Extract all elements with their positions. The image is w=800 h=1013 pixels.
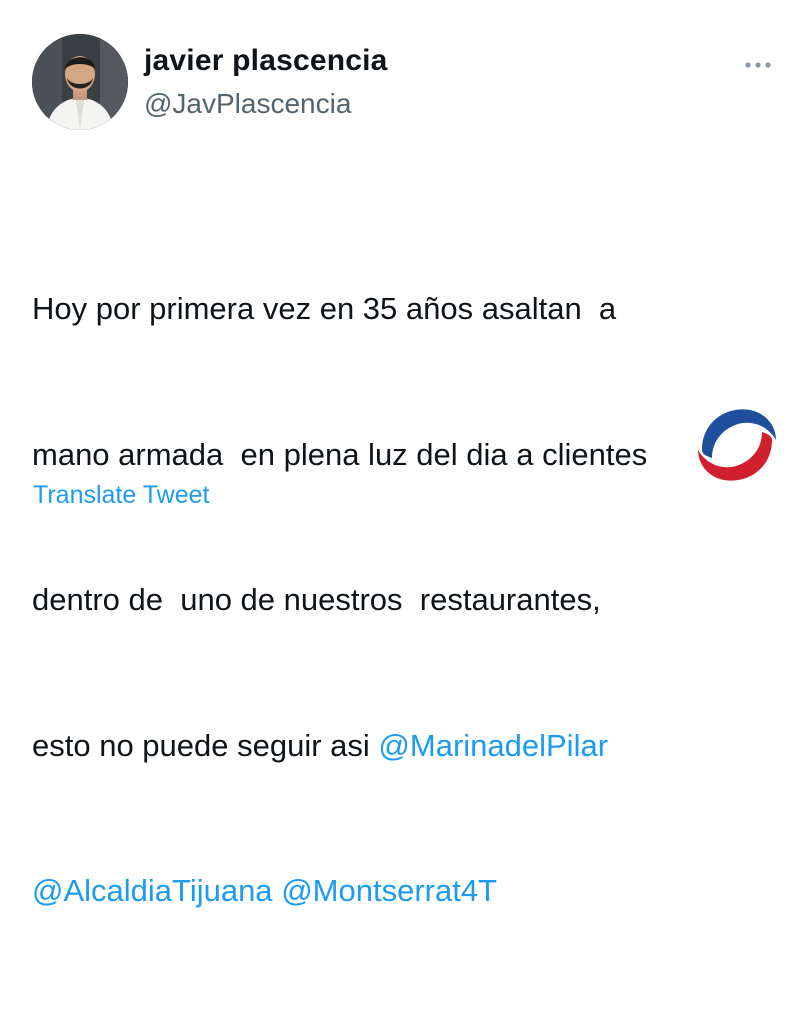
brand-logo-icon	[698, 409, 776, 481]
brand-logo	[692, 400, 782, 490]
tweet-text-segment: esto no puede seguir asi	[32, 727, 379, 763]
mention-montserrat4t-link[interactable]: @Montserrat4T	[281, 873, 497, 908]
tweet-text-segment	[273, 873, 282, 908]
avatar-image	[32, 34, 128, 130]
tweet-text-line: Hoy por primera vez en 35 años asaltan a	[32, 285, 772, 334]
tweet-text-line: esto no puede seguir asi @MarinadelPilar	[32, 722, 772, 771]
mention-alcaldiatijuana-link[interactable]: @AlcaldiaTijuana	[32, 873, 273, 908]
tweet-text-line: mano armada en plena luz del dia a clien…	[32, 431, 772, 480]
tweet-text-segment: mano armada en plena luz del dia a clien…	[32, 436, 648, 472]
tweet-text-segment: dentro de uno de nuestros restaurantes,	[32, 582, 601, 617]
author-handle[interactable]: @JavPlascencia	[144, 88, 351, 120]
avatar[interactable]	[32, 34, 128, 130]
tweet-text-line: dentro de uno de nuestros restaurantes,	[32, 576, 772, 625]
tweet-text-line: @AlcaldiaTijuana @Montserrat4T	[32, 867, 772, 916]
tweet-text-segment: Hoy por primera vez en 35 años asaltan a	[32, 291, 617, 326]
tweet-text: Hoy por primera vez en 35 años asaltan a…	[32, 188, 772, 1013]
more-horizontal-icon	[745, 62, 771, 68]
translate-tweet-link[interactable]: Translate Tweet	[33, 481, 209, 510]
more-options-button[interactable]	[738, 50, 778, 80]
mention-marinadelpilar-link[interactable]: @MarinadelPilar	[378, 728, 608, 763]
author-display-name[interactable]: javier plascencia	[144, 44, 388, 78]
